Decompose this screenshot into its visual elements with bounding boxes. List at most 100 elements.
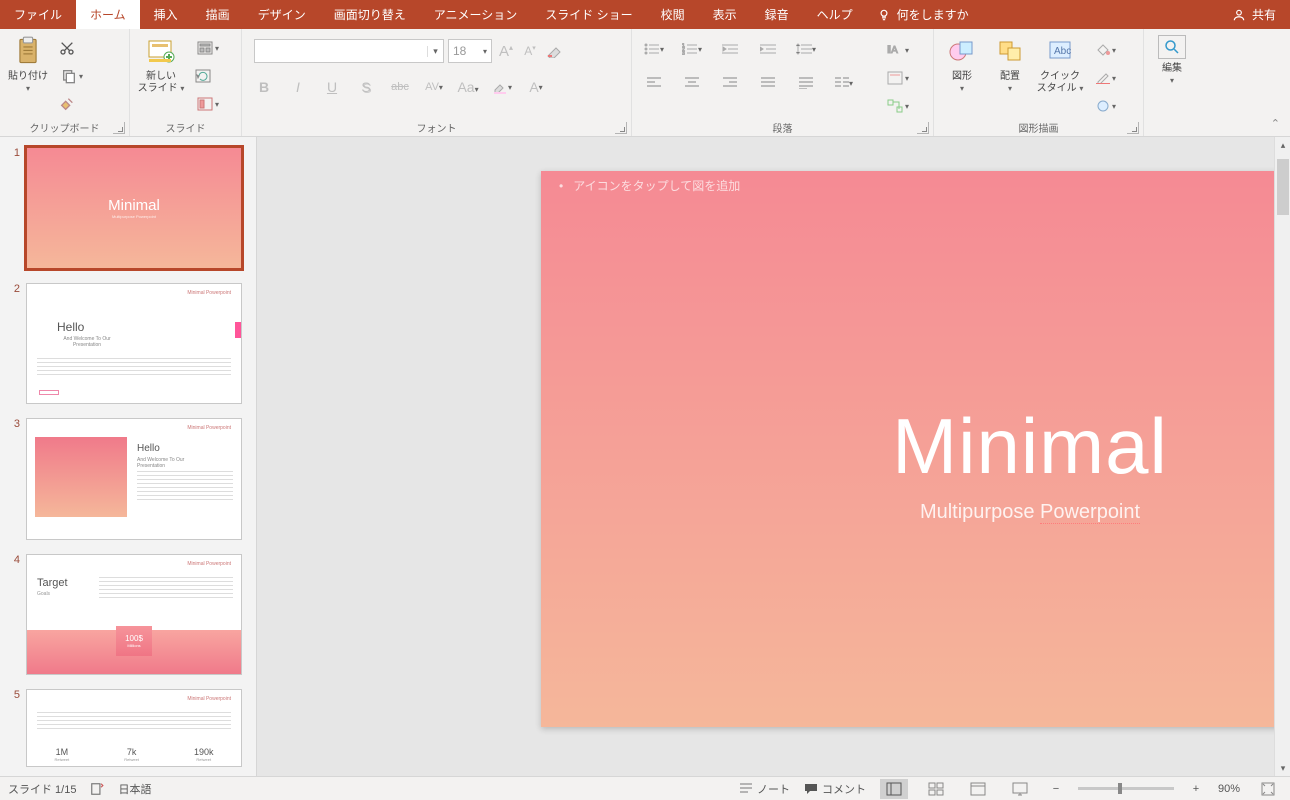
comments-toggle[interactable]: コメント [804, 781, 866, 797]
tab-review[interactable]: 校閲 [647, 0, 699, 29]
quick-styles-button[interactable]: Abc クイック スタイル ▾ [1036, 33, 1084, 95]
zoom-in-button[interactable]: + [1188, 783, 1204, 795]
char-spacing-button[interactable]: AV▾ [424, 77, 444, 97]
scroll-down-icon[interactable]: ▾ [1275, 760, 1290, 776]
slide-thumbnail-pane[interactable]: 1 MinimalMultipurpose Powerpoint 2 Minim… [0, 137, 257, 776]
tab-insert[interactable]: 挿入 [140, 0, 192, 29]
collapse-ribbon-icon[interactable]: ⌃ [1271, 117, 1280, 130]
tell-me-search[interactable]: 何をしますか [867, 0, 979, 29]
highlight-icon [492, 80, 508, 94]
clear-formatting-button[interactable] [544, 41, 564, 61]
zoom-level[interactable]: 90% [1218, 783, 1240, 795]
dialog-launcher-icon[interactable] [615, 122, 627, 134]
dialog-launcher-icon[interactable] [1127, 122, 1139, 134]
share-button[interactable]: 共有 [1218, 0, 1290, 29]
strikethrough-button[interactable]: abc [390, 77, 410, 97]
slideshow-view-button[interactable] [1006, 779, 1034, 799]
arrange-icon [994, 35, 1026, 67]
align-right-button[interactable] [720, 73, 740, 93]
tab-animations[interactable]: アニメーション [420, 0, 532, 29]
increase-font-button[interactable]: A▴ [496, 41, 516, 61]
tab-slideshow[interactable]: スライド ショー [531, 0, 646, 29]
slide-subtitle[interactable]: Multipurpose Powerpoint [541, 501, 1290, 524]
zoom-slider[interactable] [1078, 787, 1174, 790]
svg-text:Abc: Abc [1054, 46, 1071, 57]
paste-button[interactable]: 貼り付け▾ [6, 33, 50, 95]
line-spacing-button[interactable]: ▾ [796, 39, 816, 59]
shape-effects-button[interactable]: ▾ [1088, 95, 1124, 117]
align-left-button[interactable] [644, 73, 664, 93]
bullets-button[interactable]: ▾ [644, 39, 664, 59]
spellcheck-icon[interactable] [90, 782, 104, 796]
tab-design[interactable]: デザイン [244, 0, 320, 29]
tab-recording[interactable]: 録音 [751, 0, 803, 29]
numbering-button[interactable]: 123▾ [682, 39, 702, 59]
sorter-view-button[interactable] [922, 779, 950, 799]
slide-thumbnail-4[interactable]: Minimal Powerpoint Target Goals 100$Mill… [26, 554, 242, 676]
section-button[interactable]: ▾ [190, 93, 226, 115]
copy-button[interactable]: ▾ [54, 65, 90, 87]
zoom-out-button[interactable]: − [1048, 783, 1064, 795]
arrange-button[interactable]: 配置▾ [988, 33, 1032, 95]
layout-button[interactable]: ▾ [190, 37, 226, 59]
new-slide-button[interactable]: 新しい スライド ▾ [136, 33, 186, 95]
slide-thumbnail-5[interactable]: Minimal Powerpoint 1MRetweet 7kRetweet 1… [26, 689, 242, 767]
notes-toggle[interactable]: ノート [739, 781, 790, 797]
reset-button[interactable] [190, 65, 216, 87]
tab-view[interactable]: 表示 [699, 0, 751, 29]
slide-editor[interactable]: アイコンをタップして図を追加 Minimal Multipurpose Powe… [257, 137, 1290, 776]
text-direction-icon: ‖A [887, 43, 903, 57]
distributed-icon [799, 77, 813, 89]
thumb-title: Minimal [108, 197, 160, 214]
font-size-combo[interactable]: 18▾ [448, 39, 492, 63]
tab-home[interactable]: ホーム [76, 0, 140, 29]
tab-help[interactable]: ヘルプ [803, 0, 867, 29]
dialog-launcher-icon[interactable] [917, 122, 929, 134]
cut-button[interactable] [54, 37, 80, 59]
tab-file[interactable]: ファイル [0, 0, 76, 29]
decrease-indent-button[interactable] [720, 39, 740, 59]
change-case-button[interactable]: Aa▾ [458, 77, 478, 97]
slide-thumbnail-1[interactable]: MinimalMultipurpose Powerpoint [26, 147, 242, 269]
justify-button[interactable] [758, 73, 778, 93]
text-shadow-icon: S [361, 79, 370, 95]
editing-button[interactable]: 編集▾ [1152, 33, 1192, 87]
font-name-combo[interactable]: ▾ [254, 39, 444, 63]
shape-fill-button[interactable]: ▾ [1088, 39, 1124, 61]
tab-draw[interactable]: 描画 [192, 0, 244, 29]
increase-indent-button[interactable] [758, 39, 778, 59]
normal-view-button[interactable] [880, 779, 908, 799]
underline-button[interactable]: U [322, 77, 342, 97]
smartart-button[interactable]: ▾ [880, 95, 916, 117]
bold-button[interactable]: B [254, 77, 274, 97]
slide-counter[interactable]: スライド 1/15 [8, 781, 76, 797]
placeholder-hint[interactable]: アイコンをタップして図を追加 [559, 177, 740, 194]
font-color-button[interactable]: A▾ [526, 77, 546, 97]
align-right-icon [723, 77, 737, 89]
scroll-up-icon[interactable]: ▴ [1275, 137, 1290, 153]
slide-title[interactable]: Minimal [541, 401, 1290, 492]
columns-button[interactable]: ▾ [834, 73, 854, 93]
decrease-font-button[interactable]: A▾ [520, 41, 540, 61]
distributed-button[interactable] [796, 73, 816, 93]
align-center-button[interactable] [682, 73, 702, 93]
scroll-thumb[interactable] [1277, 159, 1289, 215]
slide-canvas[interactable]: アイコンをタップして図を追加 Minimal Multipurpose Powe… [541, 171, 1290, 727]
highlight-button[interactable]: ▾ [492, 77, 512, 97]
language-indicator[interactable]: 日本語 [118, 781, 151, 797]
dialog-launcher-icon[interactable] [113, 122, 125, 134]
slide-thumbnail-3[interactable]: Minimal Powerpoint Hello And Welcome To … [26, 418, 242, 540]
align-text-button[interactable]: ▾ [880, 67, 916, 89]
text-direction-button[interactable]: ‖A▾ [880, 39, 916, 61]
reading-view-button[interactable] [964, 779, 992, 799]
italic-button[interactable]: I [288, 77, 308, 97]
svg-text:‖A: ‖A [887, 45, 898, 56]
format-painter-button[interactable] [54, 93, 80, 115]
tab-transitions[interactable]: 画面切り替え [320, 0, 420, 29]
shadow-button[interactable]: S [356, 77, 376, 97]
fit-to-window-button[interactable] [1254, 779, 1282, 799]
slide-thumbnail-2[interactable]: Minimal Powerpoint Hello And Welcome To … [26, 283, 242, 405]
shape-outline-button[interactable]: ▾ [1088, 67, 1124, 89]
vertical-scrollbar[interactable]: ▴ ▾ [1274, 137, 1290, 776]
shapes-button[interactable]: 図形▾ [940, 33, 984, 95]
